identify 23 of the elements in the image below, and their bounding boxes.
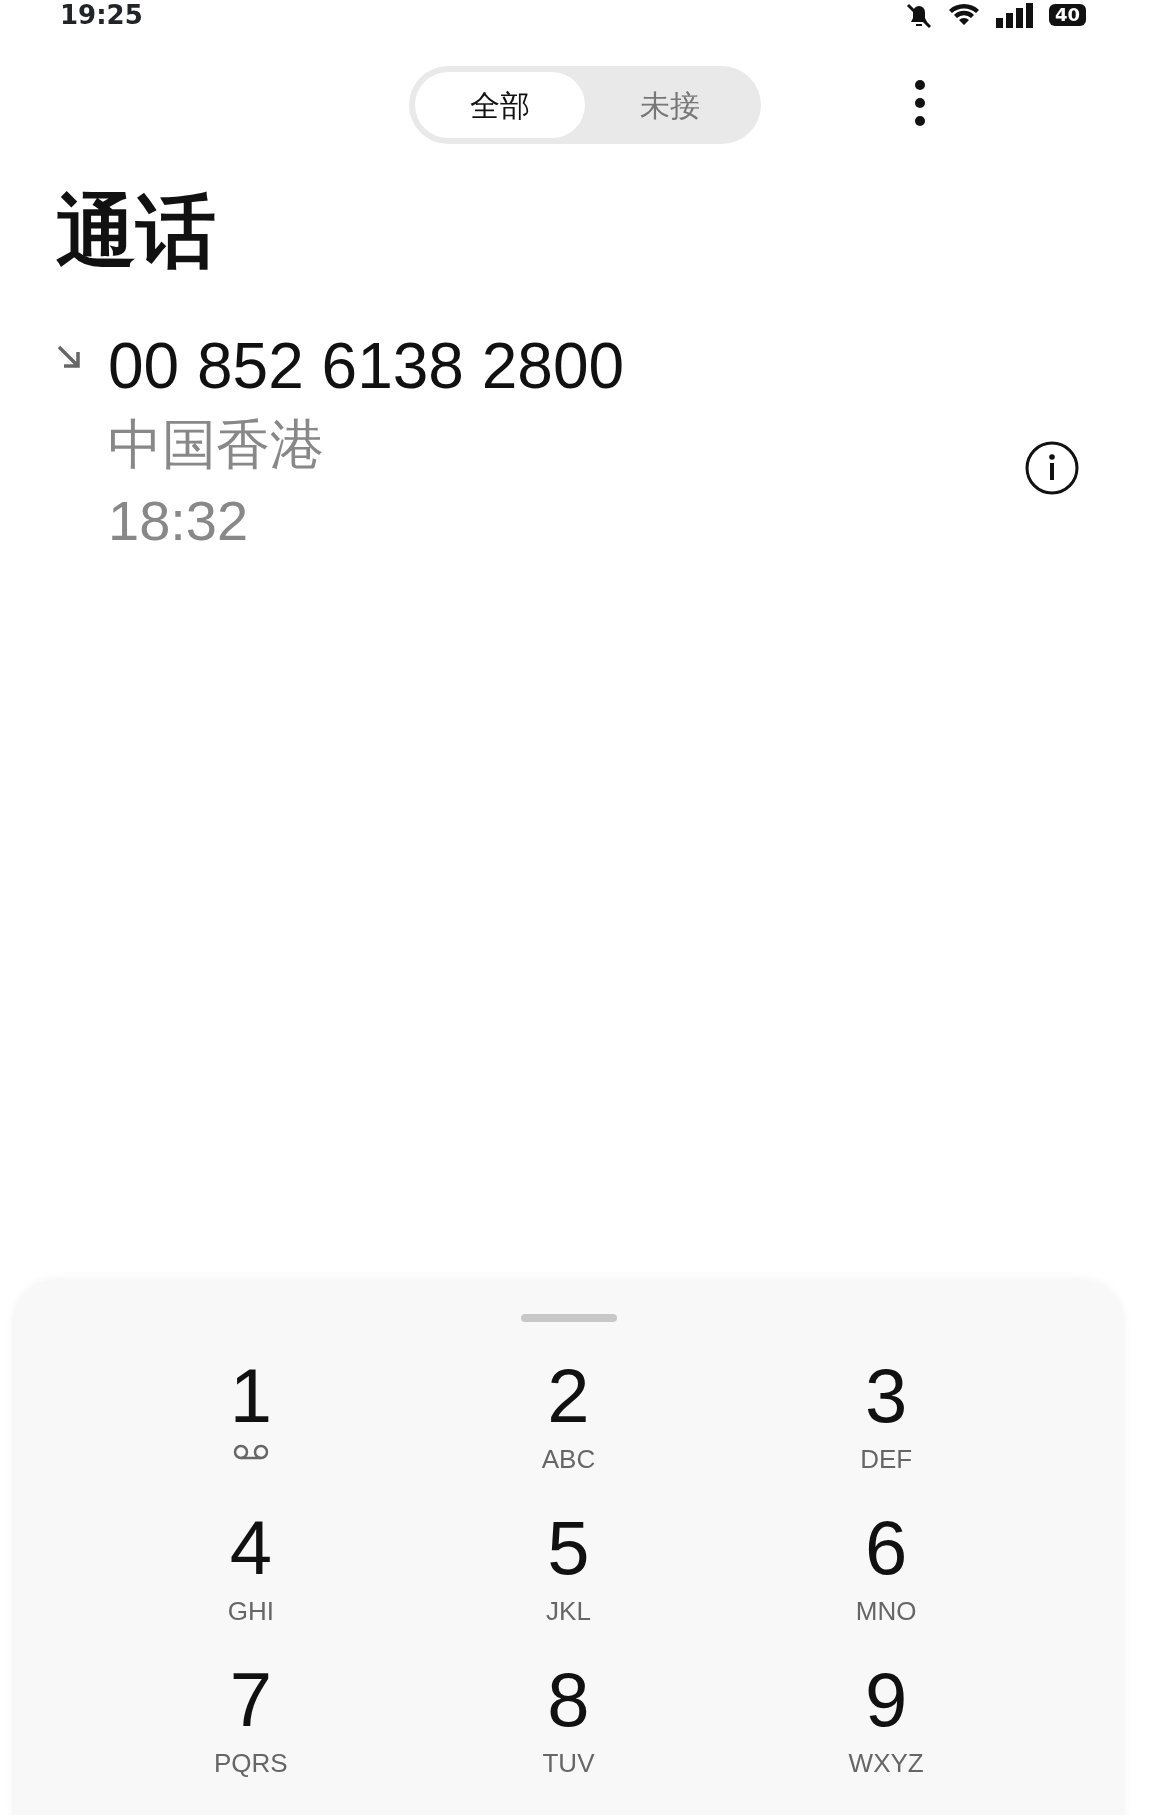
status-time: 19:25 [60, 2, 143, 28]
dial-key[interactable]: 9 WXYZ [796, 1662, 977, 1792]
call-location: 中国香港 [108, 411, 325, 478]
filter-tab[interactable]: 未接 [585, 72, 755, 138]
dial-key[interactable]: 5 JKL [478, 1510, 659, 1640]
voicemail-icon [232, 1444, 269, 1460]
phone-number: 00 852 6138 2800 [108, 330, 625, 404]
dial-key[interactable]: 3 DEF [796, 1358, 977, 1488]
dial-key[interactable]: 4 GHI [160, 1510, 341, 1640]
signal-icon [994, 2, 1035, 28]
dial-key[interactable]: 6 MNO [796, 1510, 977, 1640]
filter-tab[interactable]: 全部 [415, 72, 585, 138]
incoming-arrow-icon [56, 344, 82, 370]
dial-key[interactable]: 7 PQRS [160, 1662, 341, 1792]
bell-muted-icon [904, 2, 933, 28]
battery-level: 40 [1048, 4, 1086, 26]
drag-handle[interactable] [520, 1314, 617, 1322]
page-title: 通话 [56, 184, 217, 280]
dial-key[interactable]: 1 [160, 1358, 341, 1488]
call-time: 18:32 [108, 487, 250, 554]
info-button[interactable] [1024, 440, 1080, 496]
dial-key[interactable]: 8 TUV [478, 1662, 659, 1792]
dial-key[interactable]: 2 ABC [478, 1358, 659, 1488]
